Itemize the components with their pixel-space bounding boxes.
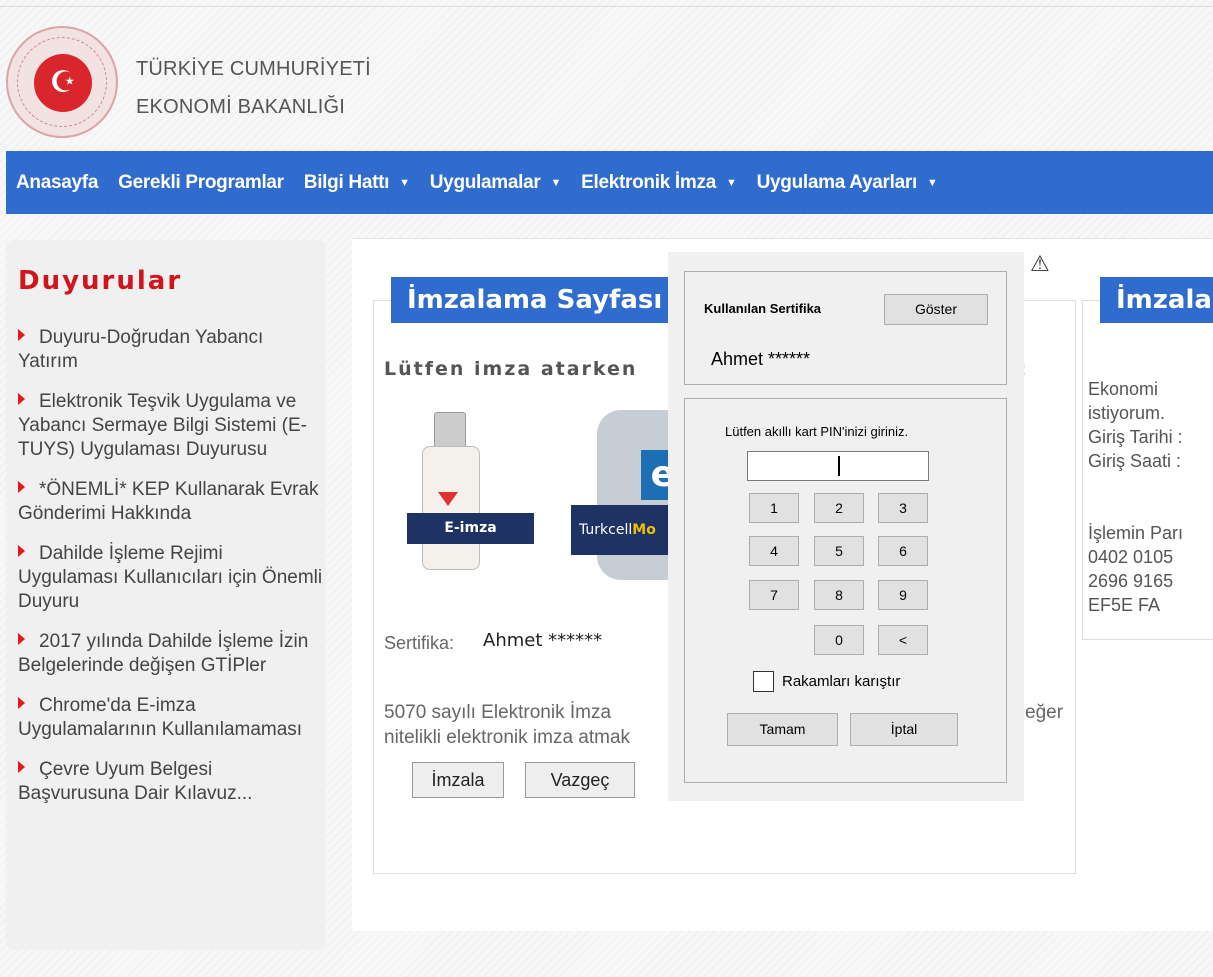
info-line: 2696 9165	[1088, 571, 1174, 591]
info-line: Giriş Saati :	[1088, 451, 1182, 471]
bullet-arrow-icon	[18, 481, 25, 493]
announcements-sidebar: Duyurular Duyuru-Doğrudan Yabancı Yatırı…	[6, 240, 326, 950]
announcement-item[interactable]: *ÖNEMLİ* KEP Kullanarak Evrak Gönderimi …	[18, 478, 323, 526]
keypad-key-5[interactable]: 5	[814, 536, 864, 566]
info-line: İşlemin Parı	[1088, 523, 1184, 543]
announcements-list: Duyuru-Doğrudan Yabancı Yatırım Elektron…	[18, 326, 323, 822]
certificate-label: Sertifika:	[384, 633, 455, 653]
keypad-key-6[interactable]: 6	[878, 536, 928, 566]
show-certificate-button[interactable]: Göster	[884, 294, 988, 325]
turkcell-mobile-text: Mo	[632, 522, 656, 538]
law-notice-line1: 5070 sayılı Elektronik İmza	[384, 702, 612, 723]
turkcell-text: Turkcell	[579, 522, 633, 538]
law-notice-line2: nitelikli elektronik imza atmak	[384, 727, 631, 748]
dialog-cancel-button[interactable]: İptal	[850, 713, 958, 746]
law-notice-line1-end: eğer	[1025, 702, 1064, 723]
keypad-key-3[interactable]: 3	[878, 493, 928, 523]
announcement-item[interactable]: Duyuru-Doğrudan Yabancı Yatırım	[18, 326, 323, 374]
bullet-arrow-icon	[18, 633, 25, 645]
nav-label: Anasayfa	[16, 171, 99, 193]
used-certificate-label: Kullanılan Sertifika	[704, 301, 822, 316]
bullet-arrow-icon	[18, 761, 25, 773]
ministry-name-line2: EKONOMİ BAKANLIĞI	[136, 96, 346, 118]
announcement-item[interactable]: Çevre Uyum Belgesi Başvurusuna Dair Kıla…	[18, 758, 323, 806]
announcement-item[interactable]: Dahilde İşleme Rejimi Uygulaması Kullanı…	[18, 542, 323, 614]
keypad-key-9[interactable]: 9	[878, 580, 928, 610]
nav-item-uygulamalar[interactable]: Uygulamalar ▼	[420, 172, 571, 194]
announcement-link[interactable]: Çevre Uyum Belgesi Başvurusuna Dair Kıla…	[18, 759, 252, 804]
certificate-value: Ahmet ******	[483, 630, 603, 651]
right-panel-title: İmzala	[1100, 277, 1213, 323]
usb-connector	[434, 412, 466, 450]
sign-button[interactable]: İmzala	[412, 762, 504, 798]
announcement-link[interactable]: Dahilde İşleme Rejimi Uygulaması Kullanı…	[18, 543, 322, 612]
info-line: Ekonomi	[1088, 379, 1159, 399]
crescent-star-icon: ☪	[34, 54, 92, 112]
announcements-title: Duyurular	[18, 266, 183, 296]
info-line: EF5E FA	[1088, 595, 1161, 615]
bullet-arrow-icon	[18, 697, 25, 709]
announcement-link[interactable]: Chrome'da E-imza Uygulamalarının Kullanı…	[18, 695, 302, 740]
ministry-name-line1: TÜRKİYE CUMHURİYETİ	[136, 58, 371, 80]
signing-instruction: Lütfen imza atarken	[384, 358, 638, 380]
keypad-key-1[interactable]: 1	[749, 493, 799, 523]
bullet-arrow-icon	[18, 545, 25, 557]
nav-item-bilgi-hatti[interactable]: Bilgi Hattı ▼	[294, 172, 420, 194]
main-nav: Anasayfa Gerekli Programlar Bilgi Hattı ▼…	[6, 151, 1213, 214]
nav-item-elektronik-imza[interactable]: Elektronik İmza ▼	[571, 172, 746, 194]
info-line: istiyorum.	[1088, 403, 1166, 423]
caret-down-icon: ▼	[550, 176, 562, 189]
usb-body	[422, 446, 480, 570]
ministry-logo-seal: ☪	[6, 26, 118, 138]
announcement-item[interactable]: Chrome'da E-imza Uygulamalarının Kullanı…	[18, 694, 323, 742]
usb-token-image[interactable]	[418, 412, 482, 572]
announcement-link[interactable]: *ÖNEMLİ* KEP Kullanarak Evrak Gönderimi …	[18, 479, 319, 524]
dialog-certificate-name: Ahmet ******	[711, 349, 811, 369]
announcement-link[interactable]: Duyuru-Doğrudan Yabancı Yatırım	[18, 327, 263, 372]
nav-label: Elektronik İmza	[581, 171, 716, 193]
keypad-key-4[interactable]: 4	[749, 536, 799, 566]
nav-label: Gerekli Programlar	[118, 171, 284, 193]
announcement-item[interactable]: Elektronik Teşvik Uygulama ve Yabancı Se…	[18, 390, 323, 462]
nav-label: Uygulama Ayarları	[756, 171, 918, 193]
warning-icon: ⚠	[1030, 252, 1050, 277]
caret-down-icon: ▼	[399, 176, 410, 189]
caret-down-icon: ▼	[725, 176, 737, 189]
signing-page-title: İmzalama Sayfası	[391, 277, 681, 323]
ok-button[interactable]: Tamam	[727, 713, 838, 746]
nav-item-uygulama-ayarlari[interactable]: Uygulama Ayarları ▼	[747, 172, 948, 194]
nav-label: Uygulamalar	[429, 171, 541, 193]
bullet-arrow-icon	[18, 329, 25, 341]
shuffle-digits-checkbox[interactable]	[753, 671, 774, 692]
ministry-name: TÜRKİYE CUMHURİYETİ EKONOMİ BAKANLIĞI	[136, 50, 371, 126]
announcement-link[interactable]: 2017 yılında Dahilde İşleme İzin Belgele…	[18, 631, 308, 676]
turkcell-mobile-option-label[interactable]: TurkcellMo	[571, 505, 675, 555]
info-line: 0402 0105	[1088, 547, 1174, 567]
info-line: Giriş Tarihi :	[1088, 427, 1183, 447]
nav-item-anasayfa[interactable]: Anasayfa	[6, 172, 108, 194]
announcement-item[interactable]: 2017 yılında Dahilde İşleme İzin Belgele…	[18, 630, 323, 678]
keypad-key-7[interactable]: 7	[749, 580, 799, 610]
eimza-option-label[interactable]: E-imza	[407, 513, 534, 544]
cancel-sign-button[interactable]: Vazgeç	[525, 762, 635, 798]
pin-prompt: Lütfen akıllı kart PIN'inizi giriniz.	[725, 424, 909, 439]
top-divider	[0, 6, 1213, 7]
caret-down-icon: ▼	[926, 176, 938, 189]
nav-label: Bilgi Hattı	[303, 171, 390, 193]
shuffle-digits-label[interactable]: Rakamları karıştır	[782, 673, 900, 690]
keypad-key-0[interactable]: 0	[814, 625, 864, 655]
keypad-key-2[interactable]: 2	[814, 493, 864, 523]
keypad-backspace-key[interactable]: <	[878, 625, 928, 655]
text-cursor	[838, 456, 840, 476]
nav-item-gerekli-programlar[interactable]: Gerekli Programlar	[108, 172, 294, 194]
keypad-key-8[interactable]: 8	[814, 580, 864, 610]
announcement-link[interactable]: Elektronik Teşvik Uygulama ve Yabancı Se…	[18, 391, 307, 460]
bullet-arrow-icon	[18, 393, 25, 405]
